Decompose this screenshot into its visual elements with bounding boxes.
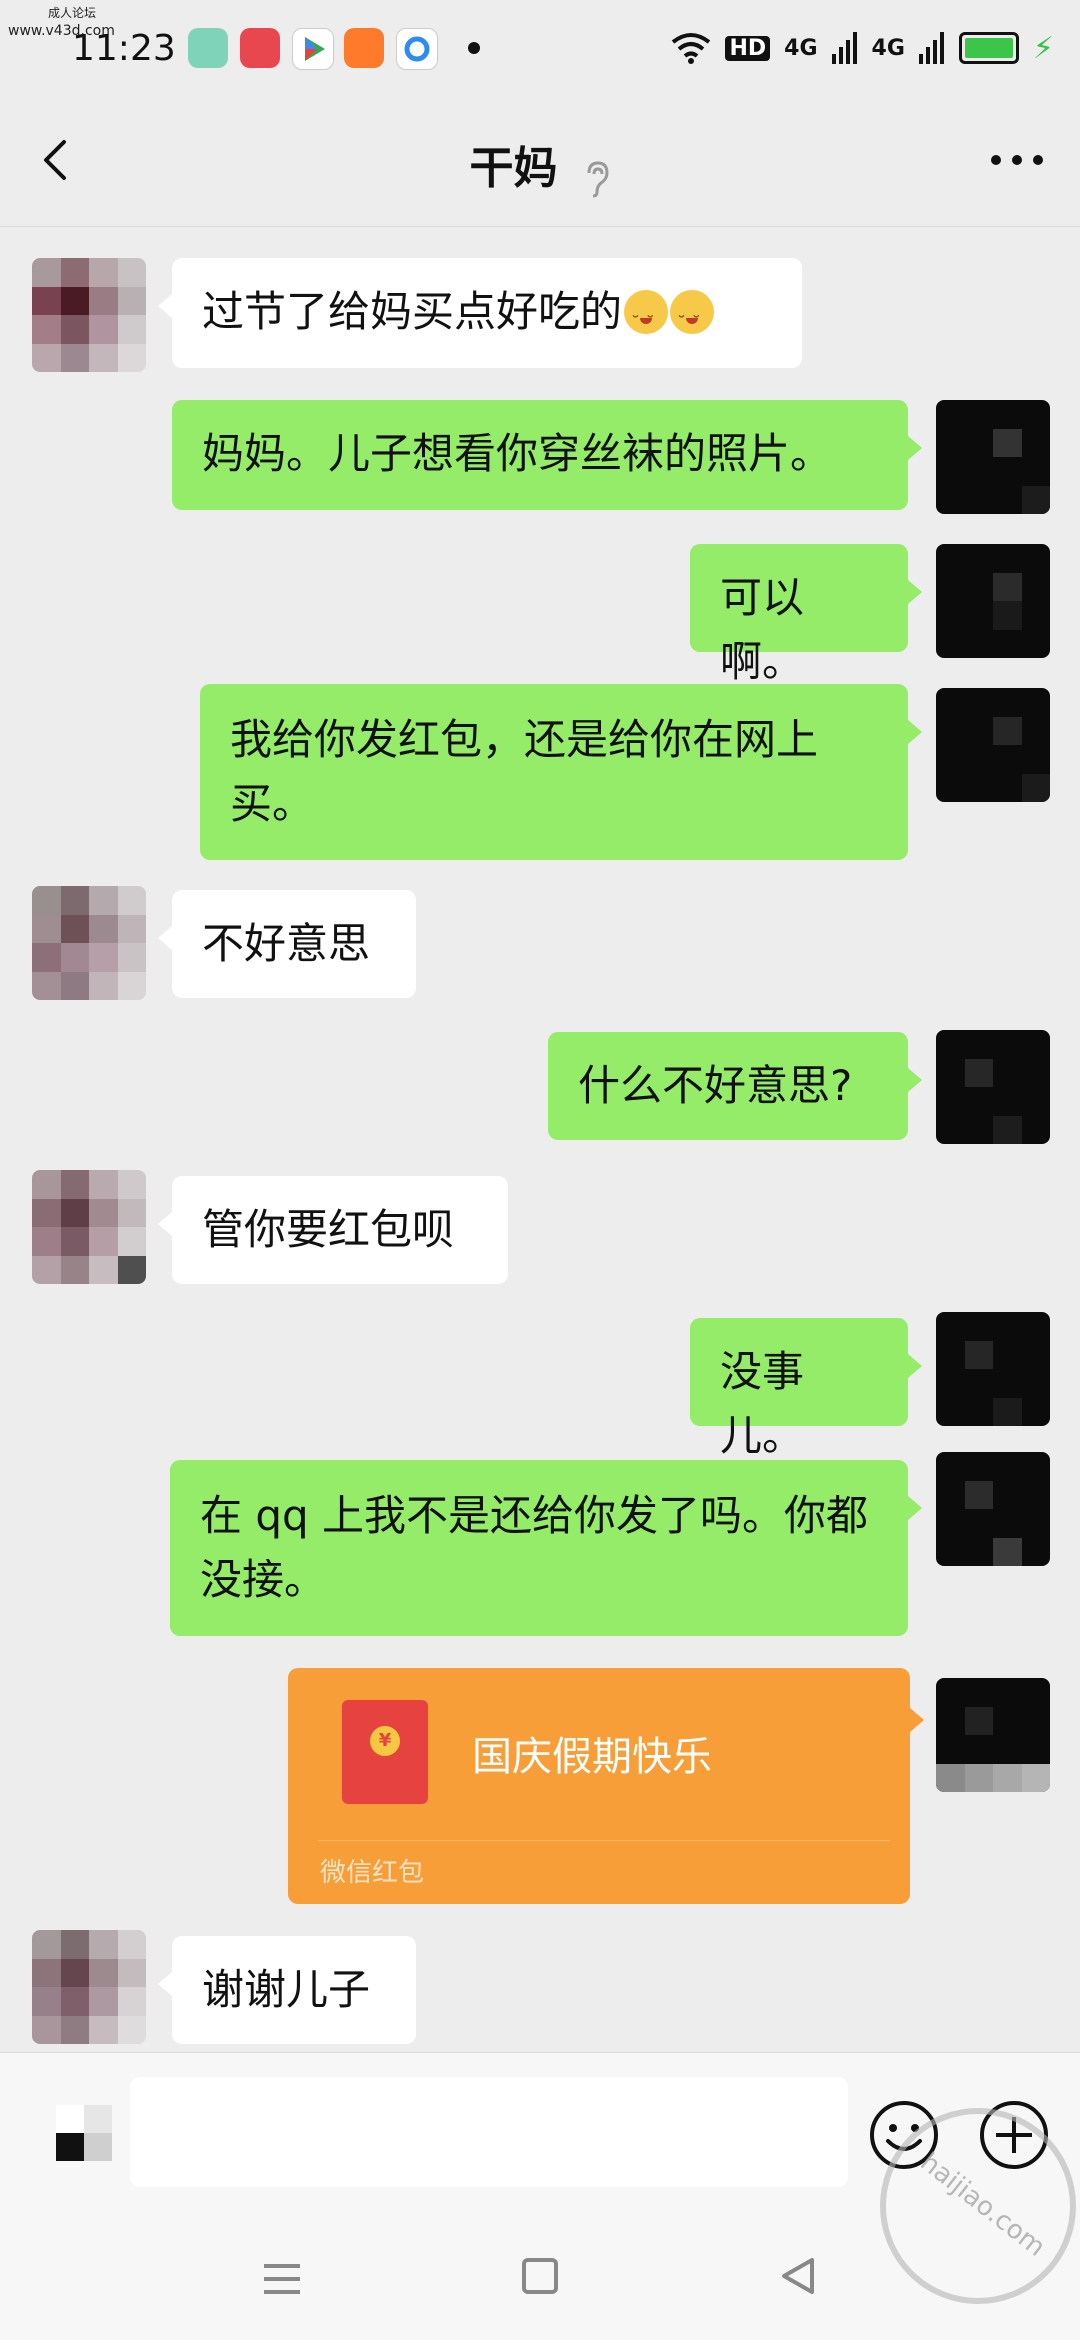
red-packet-title: 国庆假期快乐 bbox=[472, 1734, 712, 1780]
app-notification-icon bbox=[344, 28, 384, 68]
charging-icon: ⚡ bbox=[1032, 30, 1054, 66]
my-avatar[interactable] bbox=[936, 1452, 1050, 1566]
chat-title: 干妈 bbox=[469, 143, 558, 194]
status-bar: 11:23 HD 4G 4G ⚡ bbox=[0, 0, 1080, 96]
message-text: 可以啊。 bbox=[720, 573, 805, 686]
play-store-icon bbox=[292, 28, 334, 70]
contact-avatar[interactable] bbox=[32, 886, 146, 1000]
message-bubble-outgoing[interactable]: 妈妈。儿子想看你穿丝袜的照片。 bbox=[172, 400, 922, 510]
message-text: 我给你发红包，还是给你在网上买。 bbox=[230, 715, 819, 828]
red-packet-card[interactable]: ¥ 国庆假期快乐 微信红包 bbox=[288, 1668, 924, 1904]
message-bubble-outgoing[interactable]: 没事儿。 bbox=[690, 1318, 922, 1460]
my-avatar[interactable] bbox=[936, 1030, 1050, 1144]
coin-icon: ¥ bbox=[370, 1726, 400, 1756]
status-icons: HD 4G 4G ⚡ bbox=[671, 28, 1054, 68]
message-bubble-incoming[interactable]: 过节了给妈买点好吃的 bbox=[158, 258, 802, 368]
battery-icon bbox=[958, 32, 1019, 64]
app-notification-icon bbox=[396, 28, 438, 70]
chat-title-wrap: 干妈 bbox=[0, 132, 1080, 199]
chat-header: 干妈 bbox=[0, 96, 1080, 227]
message-text: 管你要红包呗 bbox=[202, 1205, 455, 1254]
app-notification-icon bbox=[188, 28, 228, 68]
more-options-icon[interactable] bbox=[990, 148, 1044, 172]
red-envelope-icon: ¥ bbox=[342, 1700, 428, 1804]
signal-bars-icon bbox=[831, 32, 857, 64]
app-notification-icon bbox=[240, 28, 280, 68]
red-packet-label: 微信红包 bbox=[320, 1858, 425, 1888]
hd-icon: HD bbox=[725, 35, 771, 61]
recent-apps-icon[interactable] bbox=[262, 2262, 302, 2296]
status-time: 11:23 bbox=[72, 28, 176, 69]
message-bubble-incoming[interactable]: 管你要红包呗 bbox=[158, 1176, 508, 1284]
message-bubble-incoming[interactable]: 谢谢儿子 bbox=[158, 1936, 416, 2044]
notification-dot-icon bbox=[468, 42, 480, 54]
back-triangle-icon[interactable] bbox=[780, 2256, 816, 2296]
signal-4g-label: 4G bbox=[871, 35, 905, 61]
message-text: 过节了给妈买点好吃的 bbox=[202, 287, 623, 336]
message-bubble-incoming[interactable]: 不好意思 bbox=[158, 890, 416, 998]
contact-avatar[interactable] bbox=[32, 1930, 146, 2044]
message-text: 妈妈。儿子想看你穿丝袜的照片。 bbox=[202, 429, 833, 478]
contact-avatar[interactable] bbox=[32, 1170, 146, 1284]
message-text: 什么不好意思? bbox=[578, 1061, 853, 1110]
emoji-icon bbox=[670, 290, 715, 356]
signal-4g-label: 4G bbox=[784, 35, 818, 61]
watermark-stamp-text: haijiao.com bbox=[914, 2147, 1051, 2263]
my-avatar[interactable] bbox=[936, 544, 1050, 658]
message-bubble-outgoing[interactable]: 什么不好意思? bbox=[548, 1032, 922, 1140]
message-bubble-outgoing[interactable]: 我给你发红包，还是给你在网上买。 bbox=[200, 684, 922, 860]
my-avatar[interactable] bbox=[936, 400, 1050, 514]
message-text: 谢谢儿子 bbox=[202, 1965, 371, 2014]
wifi-icon bbox=[672, 33, 711, 64]
message-text: 不好意思 bbox=[202, 919, 371, 968]
earpiece-mode-icon bbox=[587, 160, 609, 197]
my-avatar[interactable] bbox=[936, 688, 1050, 802]
voice-input-icon[interactable] bbox=[56, 2105, 112, 2161]
watermark-stamp: haijiao.com bbox=[880, 2108, 1076, 2304]
message-text: 没事儿。 bbox=[720, 1347, 805, 1460]
my-avatar[interactable] bbox=[936, 1678, 1050, 1792]
signal-bars-icon bbox=[918, 32, 944, 64]
divider bbox=[318, 1840, 890, 1841]
message-input[interactable] bbox=[130, 2077, 848, 2187]
home-icon[interactable] bbox=[522, 2258, 558, 2294]
emoji-icon bbox=[624, 290, 669, 356]
message-bubble-outgoing[interactable]: 在 qq 上我不是还给你发了吗。你都没接。 bbox=[170, 1460, 922, 1636]
message-text: 在 qq 上我不是还给你发了吗。你都没接。 bbox=[200, 1491, 869, 1604]
my-avatar[interactable] bbox=[936, 1312, 1050, 1426]
message-bubble-outgoing[interactable]: 可以啊。 bbox=[690, 544, 922, 686]
contact-avatar[interactable] bbox=[32, 258, 146, 372]
